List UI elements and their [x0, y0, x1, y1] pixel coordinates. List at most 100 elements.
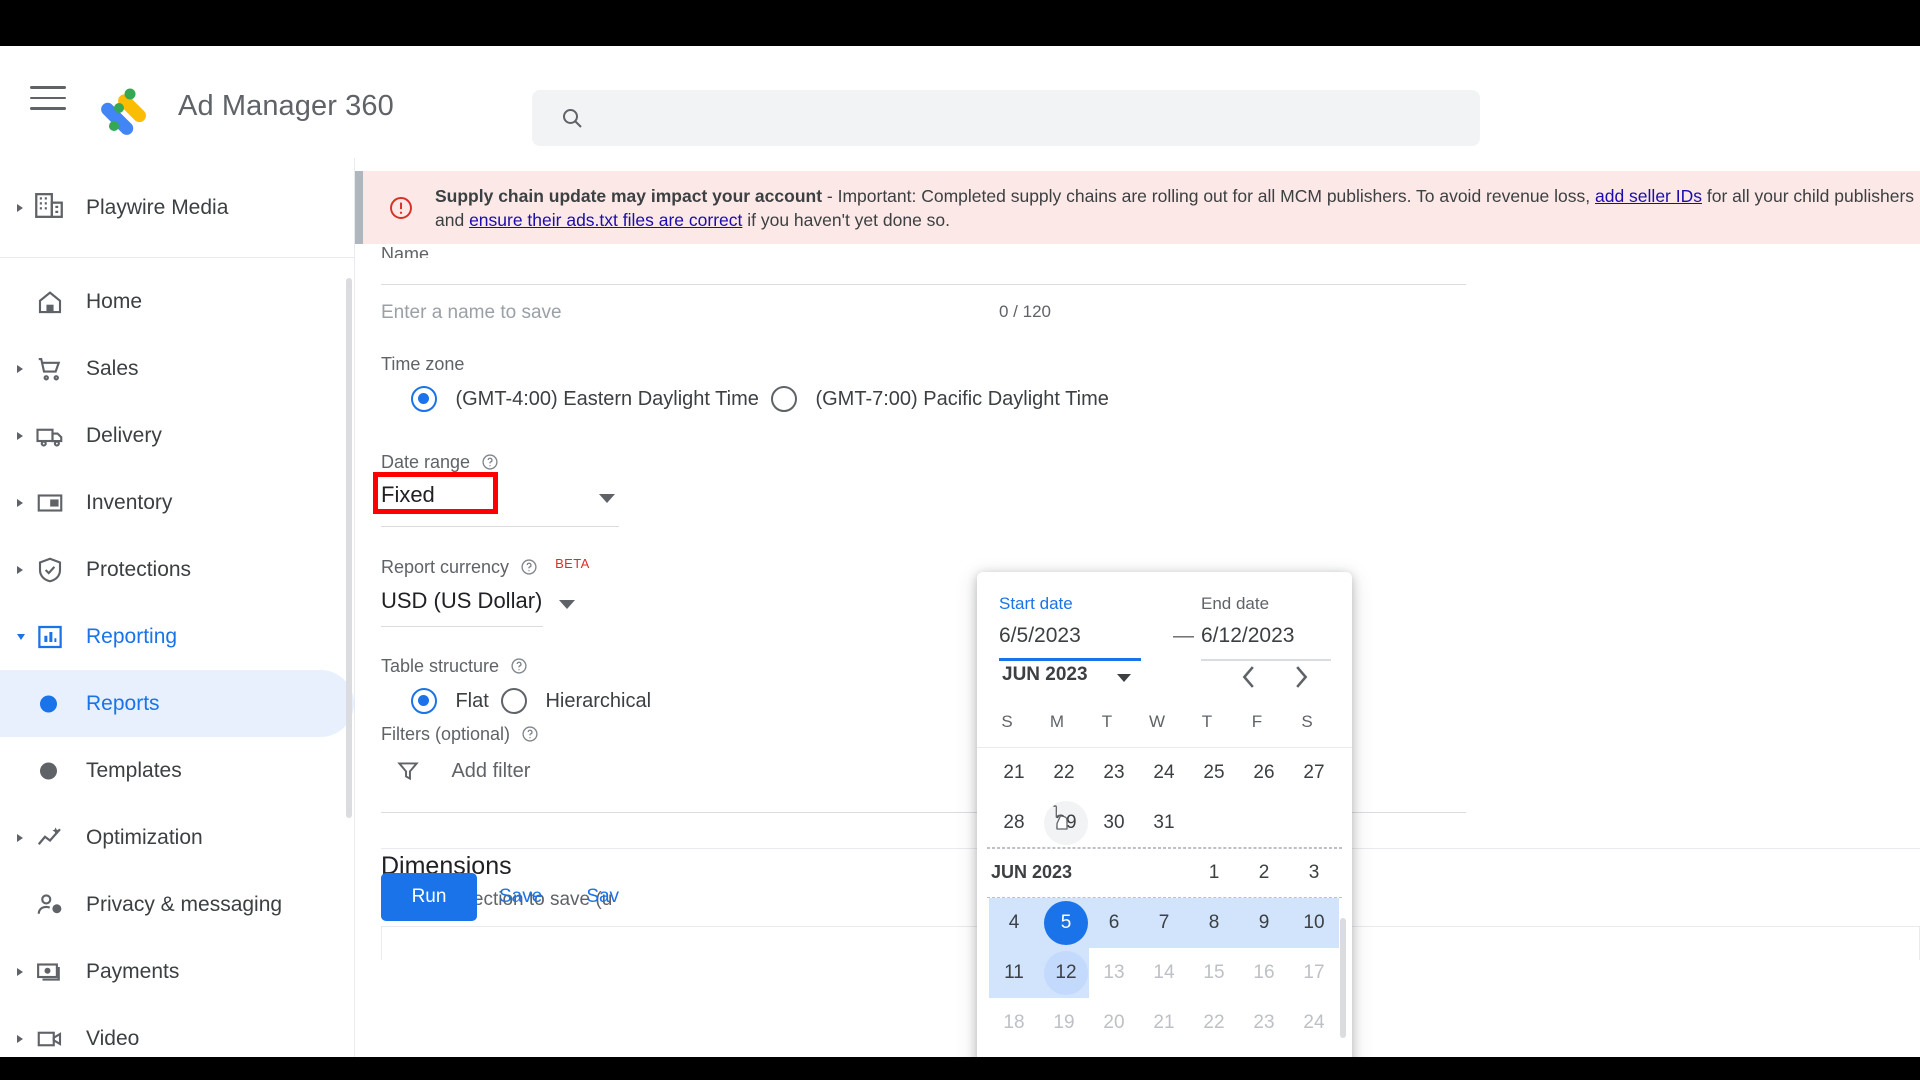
- sidebar-item-label: Sales: [86, 356, 139, 380]
- calendar-day-24[interactable]: 24: [1139, 748, 1189, 798]
- trending-sparkle-icon: [32, 820, 68, 856]
- calendar-day-30[interactable]: 30: [1239, 1048, 1289, 1057]
- sidebar-item-privacy-messaging[interactable]: Privacy & messaging: [0, 871, 354, 938]
- calendar-day-5[interactable]: 5: [1039, 898, 1089, 948]
- table-structure-radio-flat[interactable]: Flat: [411, 688, 489, 714]
- ads-txt-link[interactable]: ensure their ads.txt files are correct: [469, 210, 742, 230]
- ad-manager-logo-icon: [98, 82, 154, 138]
- sidebar-account-row[interactable]: Playwire Media: [0, 158, 354, 258]
- app-header: Ad Manager 360: [0, 46, 1920, 158]
- save-as-button[interactable]: Sav: [564, 886, 641, 908]
- calendar-day-19[interactable]: 19: [1039, 998, 1089, 1048]
- report-currency-label-text: Report currency: [381, 557, 510, 577]
- save-button[interactable]: Save: [477, 886, 564, 908]
- sidebar-item-label: Home: [86, 289, 143, 313]
- calendar-day-29[interactable]: 29: [1189, 1048, 1239, 1057]
- sidebar-item-sales[interactable]: Sales: [0, 335, 354, 402]
- sidebar-item-reports[interactable]: Reports: [0, 670, 354, 737]
- calendar-day-24[interactable]: 24: [1289, 998, 1339, 1048]
- screen: Ad Manager 360 Playwire Media Home Sales…: [0, 0, 1920, 1080]
- prev-month-button[interactable]: [1233, 660, 1267, 694]
- calendar-day-25[interactable]: 25: [989, 1048, 1039, 1057]
- sidebar-item-optimization[interactable]: Optimization: [0, 804, 354, 871]
- name-input[interactable]: Enter a name to save: [381, 302, 562, 324]
- sidebar-item-protections[interactable]: Protections: [0, 536, 354, 603]
- calendar-day-26[interactable]: 26: [1039, 1048, 1089, 1057]
- sidebar-item-video[interactable]: Video: [0, 1005, 354, 1057]
- building-icon: [32, 188, 66, 227]
- calendar-day-31[interactable]: 31: [1139, 798, 1189, 848]
- start-date-input[interactable]: 6/5/2023: [999, 624, 1081, 648]
- calendar-day-11[interactable]: 11: [989, 948, 1039, 998]
- date-range-picker-popup: Start date 6/5/2023 — End date 6/12/2023…: [977, 572, 1352, 1057]
- calendar-day-13[interactable]: 13: [1089, 948, 1139, 998]
- sidebar-item-label: Video: [86, 1026, 140, 1050]
- end-date-input[interactable]: 6/12/2023: [1201, 624, 1294, 648]
- calendar-day-16[interactable]: 16: [1239, 948, 1289, 998]
- calendar-day-23[interactable]: 23: [1089, 748, 1139, 798]
- report-currency-value[interactable]: USD (US Dollar): [381, 588, 542, 614]
- calendar-day-30[interactable]: 30: [1089, 798, 1139, 848]
- table-structure-radio-hierarchical[interactable]: Hierarchical: [501, 688, 651, 714]
- hamburger-menu-icon[interactable]: [30, 86, 66, 118]
- timezone-radio-eastern[interactable]: (GMT-4:00) Eastern Daylight Time: [411, 386, 759, 412]
- calendar-day-22[interactable]: 22: [1189, 998, 1239, 1048]
- search-input[interactable]: [532, 90, 1480, 146]
- calendar-day-1[interactable]: 1: [1189, 848, 1239, 898]
- sidebar-item-home[interactable]: Home: [0, 268, 354, 335]
- calendar-scrollbar[interactable]: [1340, 918, 1346, 1038]
- help-circle-icon[interactable]: [481, 453, 499, 471]
- calendar-day-15[interactable]: 15: [1189, 948, 1239, 998]
- timezone-radio-pacific[interactable]: (GMT-7:00) Pacific Daylight Time: [771, 386, 1109, 412]
- chevron-down-icon[interactable]: [1117, 674, 1131, 682]
- calendar-day-12[interactable]: 12: [1039, 948, 1089, 998]
- help-circle-icon[interactable]: [510, 657, 528, 675]
- calendar-day-21[interactable]: 21: [989, 748, 1039, 798]
- browser-viewport: Ad Manager 360 Playwire Media Home Sales…: [0, 46, 1920, 1057]
- calendar-day-9[interactable]: 9: [1239, 898, 1289, 948]
- calendar-day-3[interactable]: 3: [1289, 848, 1339, 898]
- calendar-day-27[interactable]: 27: [1089, 1048, 1139, 1057]
- sidebar-item-payments[interactable]: Payments: [0, 938, 354, 1005]
- chevron-down-icon[interactable]: [559, 600, 575, 609]
- calendar-day-22[interactable]: 22: [1039, 748, 1089, 798]
- chevron-down-icon[interactable]: [599, 494, 615, 503]
- calendar-day-20[interactable]: 20: [1089, 998, 1139, 1048]
- error-exclamation-icon: [388, 195, 414, 221]
- calendar-day-2[interactable]: 2: [1239, 848, 1289, 898]
- home-icon: [32, 284, 68, 320]
- calendar-day-28[interactable]: 28: [989, 798, 1039, 848]
- sidebar-item-templates[interactable]: Templates: [0, 737, 354, 804]
- report-currency-label: Report currency BETA: [381, 556, 590, 578]
- calendar-day-18[interactable]: 18: [989, 998, 1039, 1048]
- calendar-day-10[interactable]: 10: [1289, 898, 1339, 948]
- help-circle-icon[interactable]: [521, 725, 539, 743]
- sidebar-item-label: Delivery: [86, 423, 162, 447]
- calendar-grid[interactable]: 21 22 23 24 25 26 27 28 29 30 31 JUN 2023 1 2 3 4 5 6 7 8 9 1…: [977, 748, 1352, 1057]
- calendar-day-14[interactable]: 14: [1139, 948, 1189, 998]
- calendar-day-21[interactable]: 21: [1139, 998, 1189, 1048]
- help-circle-icon[interactable]: [520, 558, 538, 576]
- calendar-day-7[interactable]: 7: [1139, 898, 1189, 948]
- add-filter-button[interactable]: Add filter: [395, 758, 530, 789]
- name-input-underline: [381, 284, 1466, 285]
- date-range-select-value[interactable]: Fixed: [381, 482, 601, 520]
- calendar-day-4[interactable]: 4: [989, 898, 1039, 948]
- calendar-day-27[interactable]: 27: [1289, 748, 1339, 798]
- run-button[interactable]: Run: [381, 872, 477, 921]
- calendar-day-8[interactable]: 8: [1189, 898, 1239, 948]
- calendar-day-23[interactable]: 23: [1239, 998, 1289, 1048]
- calendar-day-25[interactable]: 25: [1189, 748, 1239, 798]
- sidebar-scrollbar[interactable]: [346, 278, 352, 818]
- calendar-day-17[interactable]: 17: [1289, 948, 1339, 998]
- sidebar-item-reporting[interactable]: Reporting: [0, 603, 354, 670]
- add-seller-ids-link[interactable]: add seller IDs: [1595, 186, 1702, 206]
- calendar-day-26[interactable]: 26: [1239, 748, 1289, 798]
- calendar-day-28[interactable]: 28: [1139, 1048, 1189, 1057]
- sidebar-item-inventory[interactable]: Inventory: [0, 469, 354, 536]
- next-month-button[interactable]: [1283, 660, 1317, 694]
- banner-line1-rest: - Important: Completed supply chains are…: [822, 185, 1595, 206]
- calendar-day-6[interactable]: 6: [1089, 898, 1139, 948]
- calendar-day-29[interactable]: 29: [1039, 798, 1089, 848]
- sidebar-item-delivery[interactable]: Delivery: [0, 402, 354, 469]
